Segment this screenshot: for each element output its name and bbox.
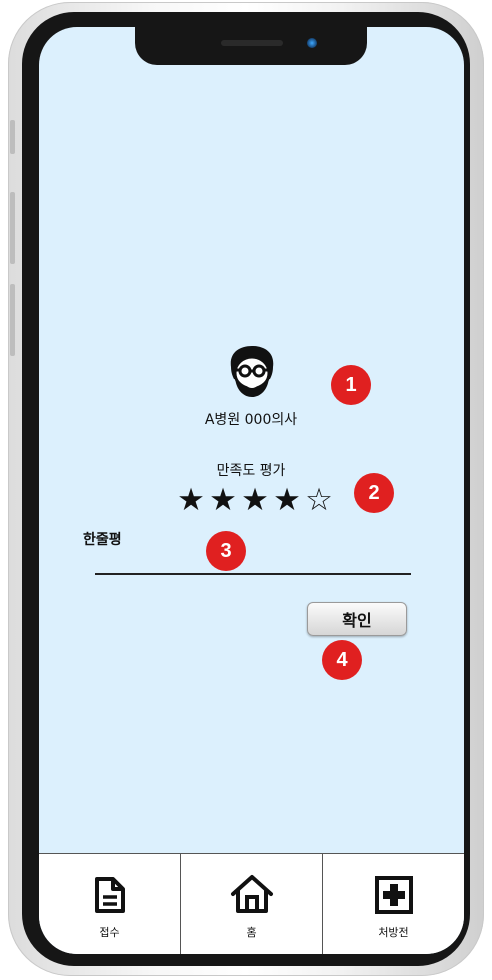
notch xyxy=(135,27,367,65)
doctor-avatar-icon xyxy=(230,346,274,397)
silent-switch xyxy=(10,120,15,154)
star-filled-icon[interactable]: ★ xyxy=(271,482,303,518)
star-empty-icon[interactable]: ☆ xyxy=(303,482,335,518)
annotation-marker-4: 4 xyxy=(322,640,362,680)
annotation-marker-3: 3 xyxy=(206,531,246,571)
document-icon xyxy=(94,877,125,913)
star-filled-icon[interactable]: ★ xyxy=(239,482,271,518)
nav-label-home: 홈 xyxy=(246,926,257,939)
speaker-grille xyxy=(221,40,283,46)
home-icon xyxy=(230,875,273,913)
bottom-nav: 접수 홈 처방전 xyxy=(39,853,464,954)
star-filled-icon[interactable]: ★ xyxy=(207,482,239,518)
volume-up-button xyxy=(10,192,15,264)
app-screen: A병원 000의사 만족도 평가 ★ ★ ★ ★ ☆ 한줄평 확인 1 2 3 … xyxy=(39,27,464,954)
nav-item-home[interactable]: 홈 xyxy=(181,854,323,954)
front-camera xyxy=(307,38,317,48)
review-input[interactable] xyxy=(95,549,411,575)
doctor-name: A병원 000의사 xyxy=(204,412,298,428)
annotation-marker-1: 1 xyxy=(331,365,371,405)
review-label: 한줄평 xyxy=(83,532,122,548)
confirm-button[interactable]: 확인 xyxy=(307,602,407,636)
star-filled-icon[interactable]: ★ xyxy=(175,482,207,518)
nav-item-prescription[interactable]: 처방전 xyxy=(323,854,464,954)
volume-down-button xyxy=(10,284,15,356)
medical-cross-icon xyxy=(374,876,413,914)
nav-item-reception[interactable]: 접수 xyxy=(39,854,181,954)
nav-label-prescription: 처방전 xyxy=(378,926,409,939)
rating-label: 만족도 평가 xyxy=(216,463,286,479)
annotation-marker-2: 2 xyxy=(354,473,394,513)
nav-label-reception: 접수 xyxy=(99,926,120,939)
star-rating[interactable]: ★ ★ ★ ★ ☆ xyxy=(175,482,335,518)
